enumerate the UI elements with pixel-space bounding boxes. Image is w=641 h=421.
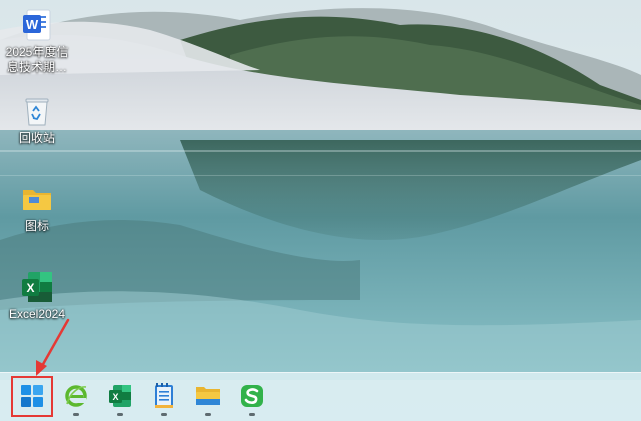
recycle-bin-icon bbox=[20, 94, 54, 128]
svg-text:X: X bbox=[26, 281, 34, 295]
word-document-icon: W bbox=[20, 8, 54, 42]
taskbar-item-internet-explorer[interactable] bbox=[56, 379, 96, 417]
desktop-icon-label: 回收站 bbox=[18, 131, 55, 145]
wps-icon bbox=[239, 383, 265, 414]
folder-icon bbox=[20, 182, 54, 216]
desktop-wallpaper bbox=[0, 0, 641, 421]
excel-icon: X bbox=[108, 384, 132, 413]
taskbar-item-file-explorer[interactable] bbox=[188, 379, 228, 417]
running-indicator bbox=[117, 413, 123, 416]
windows-start-icon bbox=[21, 384, 43, 412]
running-indicator bbox=[205, 413, 211, 416]
desktop-icon-label: 图标 bbox=[24, 219, 49, 233]
excel-icon: X bbox=[20, 270, 54, 304]
ie-browser-icon bbox=[64, 384, 88, 413]
desktop-icon-word-document[interactable]: W 2025年度信 息技术期… bbox=[1, 8, 73, 75]
svg-text:X: X bbox=[112, 392, 118, 402]
desktop-icon-label: 2025年度信 息技术期… bbox=[5, 45, 69, 74]
running-indicator bbox=[249, 413, 255, 416]
file-explorer-icon bbox=[195, 385, 221, 412]
desktop-icon-label: Excel2024 bbox=[8, 307, 66, 321]
svg-text:W: W bbox=[26, 17, 39, 32]
start-button[interactable] bbox=[12, 379, 52, 417]
running-indicator bbox=[161, 413, 167, 416]
taskbar: X bbox=[0, 372, 641, 421]
desktop-icon-folder[interactable]: 图标 bbox=[1, 182, 73, 234]
notepad-icon bbox=[153, 382, 175, 414]
desktop-icon-recycle-bin[interactable]: 回收站 bbox=[1, 94, 73, 146]
desktop-icon-excel[interactable]: X Excel2024 bbox=[1, 270, 73, 322]
taskbar-item-notepad[interactable] bbox=[144, 379, 184, 417]
taskbar-item-wps[interactable] bbox=[232, 379, 272, 417]
running-indicator bbox=[73, 413, 79, 416]
taskbar-item-excel[interactable]: X bbox=[100, 379, 140, 417]
